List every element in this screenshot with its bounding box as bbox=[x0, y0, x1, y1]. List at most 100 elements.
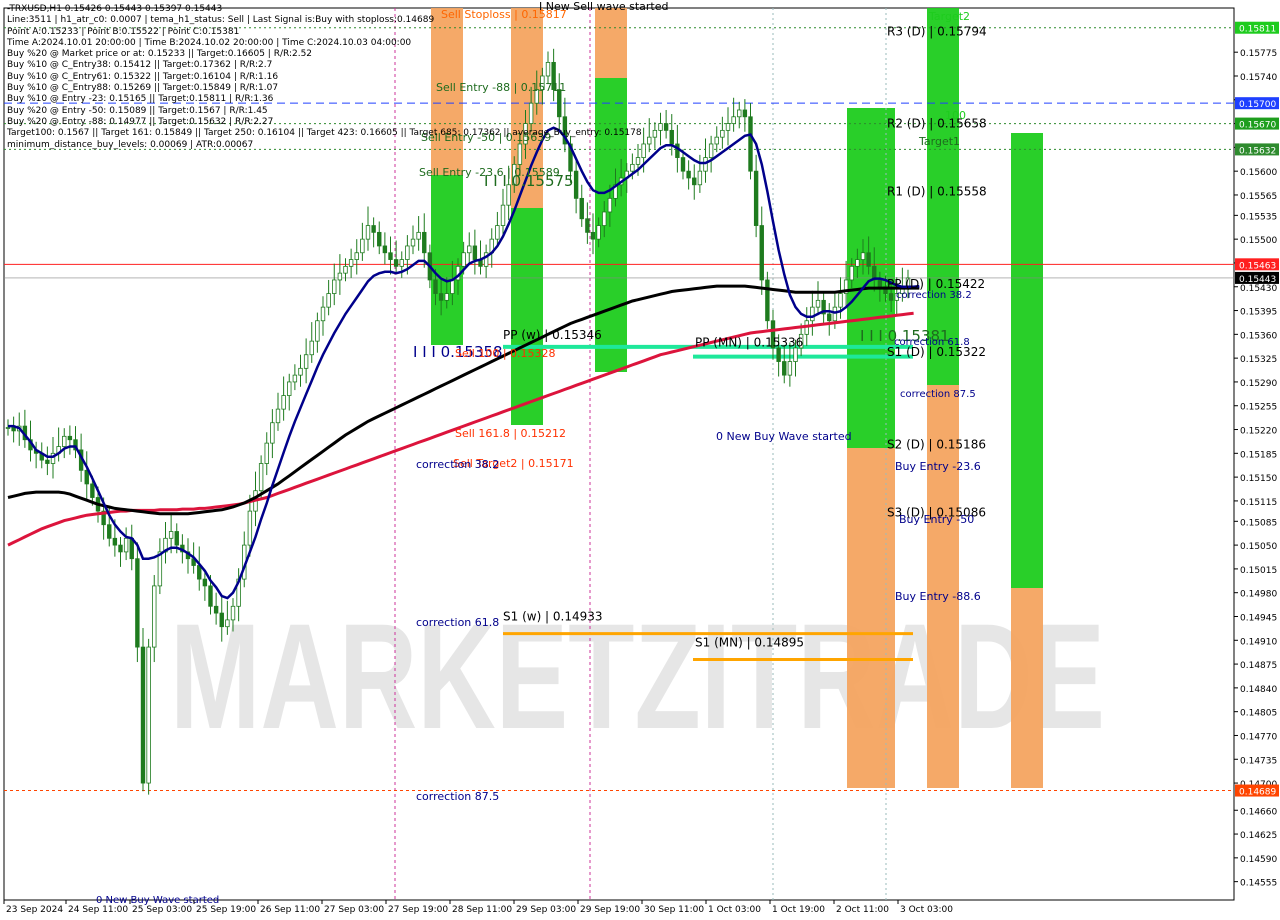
y-tick-label: 0.14660 bbox=[1240, 807, 1277, 817]
candle-body bbox=[152, 585, 157, 648]
chart-annotation: Buy Entry -50 bbox=[899, 513, 974, 526]
info-line: Buy %10 @ C_Entry88: 0.15269 || Target:0… bbox=[7, 83, 279, 94]
y-tick-label: 0.15255 bbox=[1240, 403, 1277, 413]
candle-body bbox=[213, 605, 219, 614]
candle-body bbox=[135, 558, 140, 648]
candle-body bbox=[287, 381, 292, 396]
candle-body bbox=[360, 238, 365, 254]
chart-annotation: Sell 161.8 | 0.15212 bbox=[455, 427, 566, 440]
candle-body bbox=[298, 367, 303, 376]
candle-body bbox=[855, 259, 860, 267]
x-tick-label: 3 Oct 03:00 bbox=[900, 905, 953, 915]
candle-body bbox=[84, 469, 89, 485]
pivot-label: R2 (D) | 0.15658 bbox=[887, 117, 987, 131]
info-line: Buy %10 @ C_Entry61: 0.15322 || Target:0… bbox=[7, 71, 279, 82]
candle-body bbox=[146, 646, 151, 784]
candle-body bbox=[669, 129, 674, 145]
chart-annotation: Target2 bbox=[928, 10, 970, 23]
signal-zone bbox=[511, 208, 543, 425]
chart-annotation: I I I 0.15575 bbox=[484, 172, 574, 190]
y-tick-label: 0.15565 bbox=[1240, 192, 1277, 202]
y-tick-label: 0.14805 bbox=[1240, 709, 1277, 719]
candle-body bbox=[759, 225, 764, 281]
candle-body bbox=[500, 204, 506, 226]
candle-body bbox=[810, 306, 815, 322]
candle-body bbox=[731, 116, 736, 124]
candle-body bbox=[107, 524, 112, 539]
price-badge-label: 0.15700 bbox=[1239, 100, 1276, 110]
candle-body bbox=[641, 143, 646, 158]
price-badge-label: 0.15670 bbox=[1239, 121, 1276, 131]
candle-body bbox=[62, 435, 67, 447]
candle-body bbox=[320, 306, 326, 322]
candle-body bbox=[602, 211, 607, 226]
candle-body bbox=[371, 225, 376, 233]
candle-body bbox=[219, 612, 224, 628]
chart-annotation: correction 38.2 bbox=[416, 458, 499, 471]
chart-annotation: Buy Entry -88.6 bbox=[895, 590, 981, 603]
candle-body bbox=[467, 245, 472, 254]
y-tick-label: 0.15085 bbox=[1240, 518, 1277, 528]
y-tick-label: 0.15290 bbox=[1240, 379, 1277, 389]
candle-body bbox=[742, 109, 748, 118]
candle-body bbox=[686, 170, 691, 179]
candle-body bbox=[416, 231, 421, 240]
candle-body bbox=[230, 605, 236, 621]
candle-body bbox=[309, 340, 314, 356]
candle-body bbox=[332, 279, 337, 294]
candle-body bbox=[590, 231, 596, 240]
candle-body bbox=[388, 252, 393, 260]
candle-body bbox=[438, 293, 444, 301]
chart-annotation: Buy Entry -23.6 bbox=[895, 460, 981, 473]
y-tick-label: 0.15185 bbox=[1240, 450, 1277, 460]
pivot-label: R3 (D) | 0.15794 bbox=[887, 24, 987, 38]
candle-body bbox=[382, 245, 388, 254]
x-tick-label: 29 Sep 19:00 bbox=[580, 905, 640, 915]
info-line: Target100: 0.1567 || Target 161: 0.15849… bbox=[7, 128, 642, 139]
candle-body bbox=[703, 157, 708, 172]
candle-body bbox=[399, 259, 404, 267]
info-line: Line:3511 | h1_atr_c0: 0.0007 | tema_h1_… bbox=[7, 15, 435, 26]
candle-body bbox=[832, 306, 838, 322]
info-line: Buy %10 @ Entry -23: 0.15165 || Target:0… bbox=[7, 94, 274, 105]
candle-body bbox=[753, 170, 759, 226]
chart-annotation: Sell 100 | 0.15328 bbox=[455, 347, 556, 360]
pivot-label: S1 (w) | 0.14933 bbox=[503, 610, 603, 624]
chart-annotation: correction 87.5 bbox=[900, 389, 976, 400]
chart-annotation: 100 bbox=[945, 109, 966, 122]
candle-body bbox=[405, 245, 410, 260]
x-tick-label: 26 Sep 11:00 bbox=[260, 905, 320, 915]
candle-body bbox=[793, 347, 798, 362]
x-tick-label: 2 Oct 11:00 bbox=[836, 905, 889, 915]
candle-body bbox=[782, 361, 787, 376]
candle-body bbox=[444, 293, 449, 301]
candle-body bbox=[90, 483, 95, 498]
chart-annotation: 0 New Buy Wave started bbox=[716, 430, 852, 443]
candle-body bbox=[11, 427, 16, 432]
candle-body bbox=[303, 354, 309, 369]
pivot-label: S1 (MN) | 0.14895 bbox=[695, 635, 804, 649]
candle-body bbox=[697, 170, 703, 186]
candle-body bbox=[737, 109, 742, 118]
candle-body bbox=[393, 259, 399, 267]
candle-body bbox=[354, 252, 359, 260]
candle-body bbox=[197, 565, 202, 580]
x-tick-label: 25 Sep 19:00 bbox=[196, 905, 256, 915]
candle-body bbox=[208, 585, 213, 607]
candle-body bbox=[815, 299, 821, 308]
candle-body bbox=[472, 245, 478, 260]
y-tick-label: 0.15325 bbox=[1240, 355, 1277, 365]
y-tick-label: 0.15115 bbox=[1240, 498, 1277, 508]
candle-body bbox=[292, 374, 298, 383]
candle-body bbox=[157, 551, 163, 587]
indicator-info-panel: -TRXUSD,H1 0.15426 0.15443 0.15397 0.154… bbox=[7, 4, 642, 151]
candle-body bbox=[585, 218, 590, 233]
candle-body bbox=[343, 265, 348, 274]
info-line: Buy %20 @ Market price or at: 0.15233 ||… bbox=[7, 49, 313, 60]
chart-annotation: correction 61.8 bbox=[416, 616, 499, 629]
y-tick-label: 0.14590 bbox=[1240, 855, 1277, 865]
candle-body bbox=[67, 435, 73, 441]
info-line: minimum_distance_buy_levels: 0.00069 | A… bbox=[7, 139, 254, 150]
candle-body bbox=[45, 459, 50, 464]
y-tick-label: 0.15535 bbox=[1240, 212, 1277, 222]
